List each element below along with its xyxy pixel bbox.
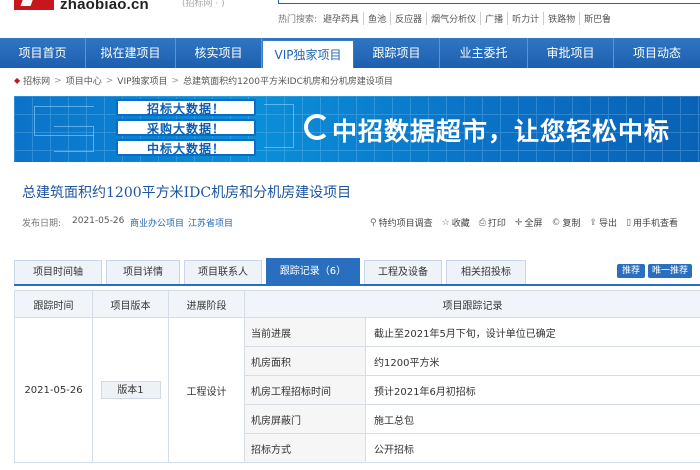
record-value: 预计2021年6月初招标	[365, 375, 700, 405]
nav-item-tracking[interactable]: 跟踪项目	[354, 38, 440, 68]
publish-date: 2021-05-26	[72, 216, 125, 226]
breadcrumb-separator: >	[105, 75, 114, 86]
tool-label: 打印	[487, 219, 506, 229]
tab-related-bids[interactable]: 相关招投标	[446, 260, 526, 284]
search-input[interactable]	[278, 0, 700, 4]
record-field: 招标方式	[244, 433, 366, 463]
record-value: 约1200平方米	[365, 346, 700, 376]
tool-label: 复制	[562, 219, 581, 229]
breadcrumb-link[interactable]: 招标网	[23, 74, 50, 87]
tool-label: 导出	[599, 219, 618, 229]
logo-mark[interactable]	[14, 0, 54, 10]
phone-icon: ▯	[626, 217, 632, 228]
column-header: 项目版本	[92, 290, 169, 318]
table-header-row: 跟踪时间 项目版本 进展阶段 项目跟踪记录	[14, 290, 700, 318]
tracking-table: 跟踪时间 项目版本 进展阶段 项目跟踪记录 2021-05-26 版本1 工程设…	[14, 290, 700, 463]
tool-favorite-button[interactable]: ☆ 收藏	[441, 216, 470, 230]
tab-details[interactable]: 项目详情	[106, 260, 180, 284]
record-field: 当前进展	[244, 317, 366, 347]
search-icon: ⚲	[370, 217, 377, 228]
unique-recommend-button[interactable]: 唯一推荐	[648, 264, 692, 278]
nav-item-vip[interactable]: VIP独家项目	[262, 40, 354, 68]
tool-survey-button[interactable]: ⚲ 特约项目调查	[370, 216, 433, 230]
tool-copy-button[interactable]: © 复制	[551, 216, 581, 230]
circuit-decoration	[264, 104, 294, 148]
column-header: 进展阶段	[168, 290, 245, 318]
record-value: 截止至2021年5月下旬，设计单位已确定	[365, 317, 700, 347]
banner-pill: 中标大数据！	[116, 139, 256, 156]
tool-print-button[interactable]: ⎙ 打印	[478, 216, 506, 230]
nav-item-home[interactable]: 项目首页	[0, 38, 86, 68]
record-value: 公开招标	[365, 433, 700, 463]
table-row: 2021-05-26 版本1 工程设计 当前进展 截止至2021年5月下旬，设计…	[14, 317, 700, 463]
breadcrumb-separator: >	[54, 75, 62, 86]
print-icon: ⎙	[478, 217, 486, 228]
tab-contacts[interactable]: 项目联系人	[184, 260, 262, 284]
hot-search-item[interactable]: 烟气分析仪	[431, 11, 482, 25]
nav-item-approval[interactable]: 审批项目	[528, 38, 614, 68]
region-link[interactable]: 江苏省项目	[188, 216, 233, 229]
nav-item-owner[interactable]: 业主委托	[440, 38, 528, 68]
tool-fullscreen-button[interactable]: ✛ 全屏	[514, 216, 543, 230]
hot-search-item[interactable]: 避孕药具	[323, 11, 365, 25]
fullscreen-icon: ✛	[514, 217, 523, 228]
tab-underline	[14, 284, 700, 286]
hot-search-bar: 热门搜索: 避孕药具 鱼池 反应器 烟气分析仪 广播 听力计 铁路物 斯巴鲁	[278, 11, 619, 25]
circuit-decoration	[54, 126, 94, 152]
copy-icon: ©	[551, 217, 561, 228]
breadcrumb-current: 总建筑面积约1200平方米IDC机房和分机房建设项目	[183, 77, 393, 87]
promo-banner[interactable]: 招标大数据！ 采购大数据！ 中标大数据！ 中招数据超市，让您轻松中标	[14, 96, 700, 162]
location-icon: ◆	[14, 76, 21, 85]
tab-equipment[interactable]: 工程及设备	[364, 260, 442, 284]
top-header: zhaobiao.cn (招标网 · ) 热门搜索: 避孕药具 鱼池 反应器 烟…	[0, 0, 700, 38]
logo-text[interactable]: zhaobiao.cn	[60, 0, 149, 13]
category-link[interactable]: 商业办公项目	[130, 216, 184, 229]
hot-search-item[interactable]: 鱼池	[368, 11, 392, 25]
tab-timeline[interactable]: 项目时间轴	[14, 260, 102, 284]
hot-search-item[interactable]: 铁路物	[548, 11, 581, 25]
tracking-date: 2021-05-26	[14, 317, 93, 463]
nav-item-verified[interactable]: 核实项目	[176, 38, 262, 68]
hot-search-item[interactable]: 广播	[485, 11, 509, 25]
tab-tracking-records[interactable]: 跟踪记录（6）	[266, 258, 360, 284]
main-nav: 项目首页 拟在建项目 核实项目 VIP独家项目 跟踪项目 业主委托 审批项目 项…	[0, 38, 700, 68]
version-badge[interactable]: 版本1	[100, 381, 161, 399]
date-label: 发布日期:	[22, 219, 62, 229]
banner-logo-icon	[304, 114, 330, 140]
tool-label: 全屏	[524, 219, 543, 229]
hot-search-item[interactable]: 斯巴鲁	[584, 12, 615, 25]
tool-label: 特约项目调查	[378, 219, 433, 229]
page-title: 总建筑面积约1200平方米IDC机房和分机房建设项目	[22, 185, 352, 201]
detail-tabs: 项目时间轴 项目详情 项目联系人 跟踪记录（6） 工程及设备 相关招投标	[14, 258, 530, 284]
hot-search-label: 热门搜索:	[278, 14, 318, 25]
tool-label: 用手机查看	[633, 219, 679, 229]
column-header: 项目跟踪记录	[244, 290, 700, 318]
banner-slogan: 中招数据超市，让您轻松中标	[332, 117, 671, 146]
record-field: 机房面积	[244, 346, 366, 376]
star-icon: ☆	[441, 217, 450, 228]
banner-pill: 招标大数据！	[116, 99, 256, 116]
version-cell: 版本1	[92, 317, 169, 463]
tool-label: 收藏	[451, 219, 470, 229]
tool-mobile-button[interactable]: ▯ 用手机查看	[626, 216, 679, 230]
toolbar: ⚲ 特约项目调查 ☆ 收藏 ⎙ 打印 ✛ 全屏 © 复制 ⇪ 导出 ▯ 用手机查看	[370, 216, 687, 230]
breadcrumb-link[interactable]: VIP独家项目	[117, 74, 167, 87]
breadcrumb: ◆ 招标网 > 项目中心 > VIP独家项目 > 总建筑面积约1200平方米ID…	[14, 74, 393, 88]
column-header: 跟踪时间	[14, 290, 93, 318]
tool-export-button[interactable]: ⇪ 导出	[589, 216, 618, 230]
recommend-button[interactable]: 推荐	[617, 264, 645, 278]
stage-cell: 工程设计	[168, 317, 245, 463]
record-field: 机房屏蔽门	[244, 404, 366, 434]
record-value: 施工总包	[365, 404, 700, 434]
hot-search-item[interactable]: 反应器	[395, 11, 428, 25]
breadcrumb-link[interactable]: 项目中心	[66, 74, 102, 87]
banner-pill: 采购大数据！	[116, 119, 256, 136]
nav-item-proposed[interactable]: 拟在建项目	[86, 38, 176, 68]
hot-search-item[interactable]: 听力计	[512, 11, 545, 25]
record-field: 机房工程招标时间	[244, 375, 366, 405]
breadcrumb-separator: >	[171, 75, 180, 86]
header-slogan: (招标网 · )	[182, 0, 225, 9]
nav-item-news[interactable]: 项目动态	[614, 38, 700, 68]
export-icon: ⇪	[589, 217, 598, 228]
